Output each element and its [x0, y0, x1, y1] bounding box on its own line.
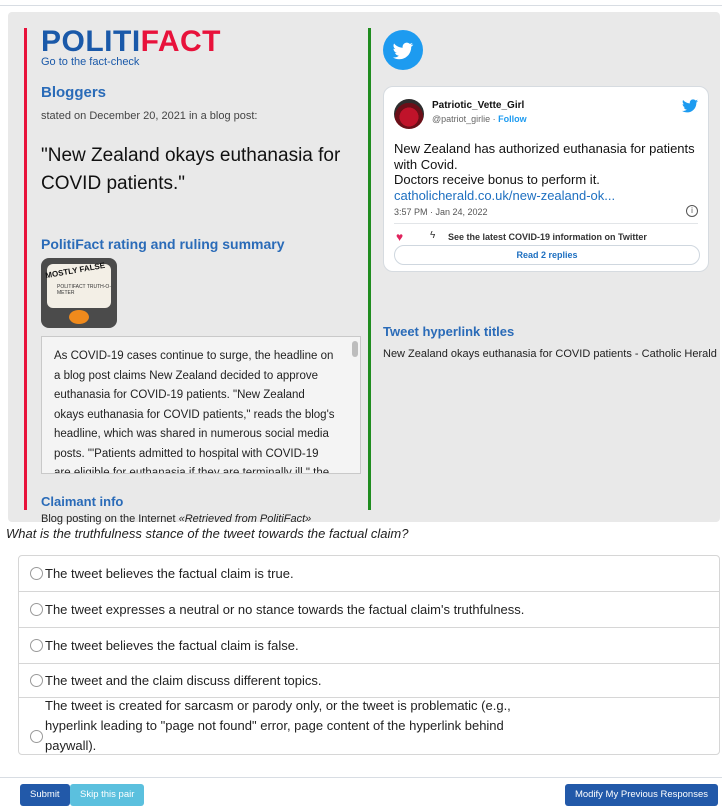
radio-button[interactable]: [30, 674, 43, 687]
politifact-logo: POLITIFACT: [41, 25, 362, 58]
tweet-divider: [394, 223, 698, 224]
hyperlink-title-text: New Zealand okays euthanasia for COVID p…: [383, 348, 717, 360]
info-icon[interactable]: i: [686, 205, 698, 217]
option-neutral[interactable]: The tweet expresses a neutral or no stan…: [19, 592, 719, 628]
politifact-column: POLITIFACT Go to the fact-check Bloggers…: [24, 25, 362, 525]
top-border: [0, 0, 722, 6]
claimant-info: Blog posting on the Internet «Retrieved …: [41, 513, 362, 525]
tweet-timestamp[interactable]: 3:57 PM · Jan 24, 2022: [394, 207, 488, 217]
speaker-name: Bloggers: [41, 84, 107, 101]
modify-responses-button[interactable]: Modify My Previous Responses: [564, 784, 718, 806]
handle-text[interactable]: @patriot_girlie: [432, 114, 490, 124]
handle-separator: ·: [490, 114, 499, 124]
covid-info-link[interactable]: See the latest COVID-19 information on T…: [448, 232, 647, 242]
read-replies-button[interactable]: Read 2 replies: [394, 245, 700, 265]
stated-line: stated on December 20, 2021 in a blog po…: [41, 110, 258, 122]
ruling-summary-text: As COVID-19 cases continue to surge, the…: [54, 350, 335, 474]
option-label: The tweet expresses a neutral or no stan…: [45, 602, 525, 617]
stance-question: What is the truthfulness stance of the t…: [6, 526, 409, 541]
claimant-text: Blog posting on the Internet: [41, 513, 179, 525]
radio-button[interactable]: [30, 567, 43, 580]
claimant-source: «Retrieved from PolitiFact»: [178, 513, 312, 525]
lightning-icon: ϟ: [430, 230, 436, 241]
claimant-heading: Claimant info: [41, 494, 124, 509]
radio-button[interactable]: [30, 603, 43, 616]
embedded-tweet[interactable]: Patriotic_Vette_Girl @patriot_girlie · F…: [383, 86, 709, 272]
tweet-user-name[interactable]: Patriotic_Vette_Girl: [432, 100, 524, 111]
option-problematic[interactable]: The tweet is created for sarcasm or paro…: [19, 698, 719, 754]
submit-button[interactable]: Submit: [20, 784, 70, 806]
user-avatar[interactable]: [394, 99, 424, 129]
logo-politi: POLITI: [41, 25, 141, 58]
logo-fact: FACT: [140, 25, 221, 58]
tweet-column: Patriotic_Vette_Girl @patriot_girlie · F…: [368, 28, 718, 510]
option-label: The tweet believes the factual claim is …: [45, 638, 299, 653]
ruling-summary-scrollbox[interactable]: As COVID-19 cases continue to surge, the…: [41, 336, 361, 474]
heart-icon[interactable]: ♥: [396, 230, 403, 244]
twitter-bird-icon[interactable]: [682, 99, 698, 113]
meter-knob: [69, 310, 89, 324]
radio-button[interactable]: [30, 730, 43, 743]
meter-caption: POLITIFACT TRUTH-O-METER: [57, 284, 111, 296]
tweet-user-handle: @patriot_girlie · Follow: [432, 114, 527, 124]
option-different-topics[interactable]: The tweet and the claim discuss differen…: [19, 664, 719, 698]
scrollbar[interactable]: [352, 341, 358, 357]
follow-link[interactable]: Follow: [498, 114, 527, 124]
tweet-text: New Zealand has authorized euthanasia fo…: [394, 141, 704, 203]
twitter-logo-icon: [383, 30, 423, 70]
rating-heading: PolitiFact rating and ruling summary: [41, 236, 285, 252]
footer-bar: Submit Skip this pair Modify My Previous…: [0, 777, 722, 807]
truth-o-meter-image: MOSTLY FALSE POLITIFACT TRUTH-O-METER: [41, 258, 117, 328]
option-label: The tweet is created for sarcasm or paro…: [45, 698, 511, 753]
option-true[interactable]: The tweet believes the factual claim is …: [19, 556, 719, 592]
option-label: The tweet and the claim discuss differen…: [45, 673, 322, 688]
stance-options: The tweet believes the factual claim is …: [18, 555, 720, 755]
claim-text: "New Zealand okays euthanasia for COVID …: [41, 145, 341, 194]
tweet-hyperlink[interactable]: catholicherald.co.uk/new-zealand-ok...: [394, 188, 704, 204]
tweet-text-line2: Doctors receive bonus to perform it.: [394, 172, 600, 187]
option-label: The tweet believes the factual claim is …: [45, 566, 294, 581]
radio-button[interactable]: [30, 639, 43, 652]
option-false[interactable]: The tweet believes the factual claim is …: [19, 628, 719, 664]
tweet-text-line1: New Zealand has authorized euthanasia fo…: [394, 141, 695, 172]
skip-pair-button[interactable]: Skip this pair: [70, 784, 145, 806]
hyperlink-titles-heading: Tweet hyperlink titles: [383, 324, 515, 339]
